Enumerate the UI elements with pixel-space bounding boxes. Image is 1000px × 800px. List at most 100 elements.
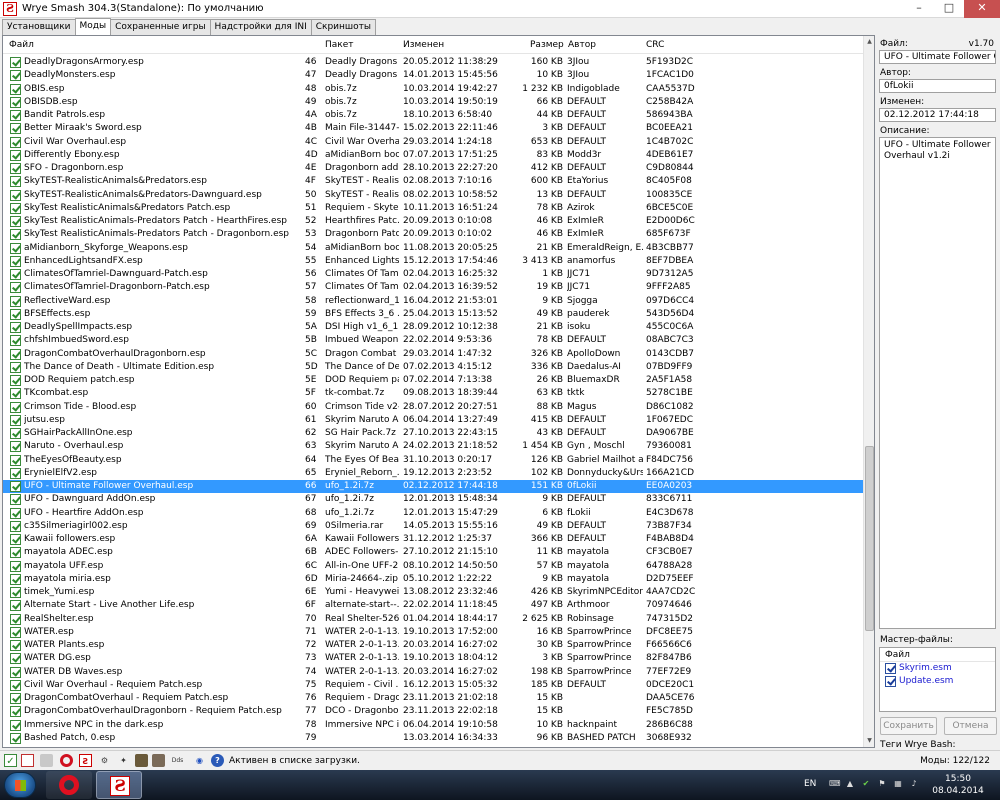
checkbox-checked-icon[interactable]: [10, 441, 21, 453]
table-row[interactable]: UFO - Heartfire AddOn.esp 68 ufo_1.2i.7z 12…: [3, 507, 864, 520]
checkbox-checked-icon[interactable]: [10, 401, 21, 413]
table-row[interactable]: SkyTest RealisticAnimals&Predators Patch…: [3, 202, 864, 215]
vertical-scrollbar[interactable]: ▲ ▼: [863, 36, 874, 747]
column-header-author[interactable]: Автор: [568, 40, 596, 50]
table-row[interactable]: WATER DB Waves.esp 74 WATER 2-0-1-13... 20.…: [3, 666, 864, 679]
table-row[interactable]: Civil War Overhaul - Requiem Patch.esp 75…: [3, 679, 864, 692]
checkbox-checked-icon[interactable]: [10, 322, 21, 333]
save-button[interactable]: Сохранить: [880, 717, 937, 735]
clock[interactable]: 15:50 08.04.2014: [928, 773, 988, 797]
modified-field[interactable]: 02.12.2012 17:44:18: [879, 108, 996, 122]
tool-launcher-icon[interactable]: [40, 754, 53, 767]
table-row[interactable]: RealShelter.esp 70 Real Shelter-526... 01.0…: [3, 613, 864, 626]
tab-installers[interactable]: Установщики: [2, 19, 76, 35]
checkbox-checked-icon[interactable]: [10, 679, 21, 691]
checkbox-checked-icon[interactable]: [10, 613, 21, 625]
network-icon[interactable]: ▦: [893, 779, 903, 789]
table-row[interactable]: OBIS.esp 48 obis.7z 10.03.2014 19:42:27 1 23…: [3, 83, 864, 96]
tab-saves[interactable]: Сохраненные игры: [110, 19, 211, 35]
table-row[interactable]: Bandit Patrols.esp 4A obis.7z 18.10.2013 6:…: [3, 109, 864, 122]
checkbox-checked-icon[interactable]: [10, 732, 21, 744]
volume-icon[interactable]: ♪: [909, 779, 919, 789]
nifskope-icon[interactable]: ✦: [117, 754, 130, 767]
table-row[interactable]: mayatola UFF.esp 6C All-in-One UFF-2... 08.…: [3, 560, 864, 573]
checkbox-checked-icon[interactable]: [10, 96, 21, 108]
checkbox-checked-icon[interactable]: [885, 663, 896, 674]
checkbox-checked-icon[interactable]: [10, 520, 21, 532]
checkbox-checked-icon[interactable]: [10, 123, 21, 135]
column-header-size[interactable]: Размер: [530, 40, 564, 50]
table-row[interactable]: Civil War Overhaul.esp 4C Civil War Overha…: [3, 136, 864, 149]
checkbox-checked-icon[interactable]: [10, 348, 21, 360]
table-row[interactable]: SkyTEST-RealisticAnimals&Predators.esp 4F…: [3, 175, 864, 188]
table-row[interactable]: Naruto - Overhaul.esp 63 Skyrim Naruto A..…: [3, 440, 864, 453]
table-row[interactable]: chfshImbuedSword.esp 5B Imbued Weapon... 22…: [3, 334, 864, 347]
column-header-crc[interactable]: CRC: [646, 40, 664, 50]
checkbox-checked-icon[interactable]: [10, 640, 21, 651]
checkbox-checked-icon[interactable]: [10, 719, 21, 731]
masters-column-header[interactable]: Файл: [880, 648, 995, 662]
maximize-button[interactable]: □: [934, 0, 964, 18]
file-name-field[interactable]: UFO - Ultimate Follower Overhaul.esp: [879, 50, 996, 64]
table-row[interactable]: SkyTEST-RealisticAnimals&Predators-Dawng…: [3, 189, 864, 202]
author-field[interactable]: 0fLokii: [879, 79, 996, 93]
table-row[interactable]: timek_Yumi.esp 6E Yumi - Heavywei... 13.08.…: [3, 586, 864, 599]
table-row[interactable]: DeadlyMonsters.esp 47 Deadly Dragons ... 14…: [3, 69, 864, 82]
checkbox-checked-icon[interactable]: [10, 269, 21, 280]
checkbox-checked-icon[interactable]: [10, 202, 21, 214]
column-header-modified[interactable]: Изменен: [403, 40, 444, 50]
flag-icon[interactable]: ⚑: [877, 779, 887, 789]
tab-screenshots[interactable]: Скриншоты: [310, 19, 377, 35]
table-row[interactable]: SkyTest RealisticAnimals-Predators Patch…: [3, 215, 864, 228]
table-row[interactable]: Alternate Start - Live Another Life.esp 6…: [3, 599, 864, 612]
tool-icon[interactable]: [152, 754, 165, 767]
table-row[interactable]: TheEyesOfBeauty.esp 64 The Eyes Of Bea... 3…: [3, 454, 864, 467]
checkbox-checked-icon[interactable]: [10, 308, 21, 320]
checkbox-checked-icon[interactable]: [10, 706, 21, 718]
table-row[interactable]: DeadlySpellImpacts.esp 5A DSI High v1_6_1.…: [3, 321, 864, 334]
checkbox-checked-icon[interactable]: [10, 110, 21, 121]
cancel-button[interactable]: Отмена: [944, 717, 997, 735]
table-row[interactable]: ErynielElfV2.esp 65 Eryniel_Reborn_... 19.1…: [3, 467, 864, 480]
table-row[interactable]: Crimson Tide - Blood.esp 60 Crimson Tide v…: [3, 401, 864, 414]
checkbox-checked-icon[interactable]: [10, 560, 21, 572]
table-row[interactable]: jutsu.esp 61 Skyrim Naruto A... 06.04.2014 …: [3, 414, 864, 427]
table-row[interactable]: SGHairPackAllInOne.esp 62 SG Hair Pack.7z 2…: [3, 427, 864, 440]
checkbox-checked-icon[interactable]: [10, 587, 21, 598]
table-row[interactable]: DragonCombatOverhaul - Requiem Patch.esp…: [3, 692, 864, 705]
checkbox-checked-icon[interactable]: [10, 666, 21, 678]
checkbox-checked-icon[interactable]: [10, 176, 21, 188]
opera-icon[interactable]: [60, 754, 73, 767]
app-tray-icon[interactable]: ✔: [861, 779, 871, 789]
description-field[interactable]: UFO - Ultimate Follower Overhaul v1.2i: [879, 137, 996, 629]
table-row[interactable]: DOD Requiem patch.esp 5E DOD Requiem pa...…: [3, 374, 864, 387]
checkbox-checked-icon[interactable]: [10, 83, 21, 95]
close-button[interactable]: ✕: [964, 0, 1000, 18]
table-row[interactable]: ReflectiveWard.esp 58 reflectionward_1... 1…: [3, 295, 864, 308]
checkbox-checked-icon[interactable]: [10, 481, 21, 492]
checkbox-checked-icon[interactable]: [10, 149, 21, 161]
checkbox-checked-icon[interactable]: [10, 361, 21, 373]
table-row[interactable]: DragonCombatOverhaulDragonborn.esp 5C Drag…: [3, 348, 864, 361]
checkbox-checked-icon[interactable]: [10, 600, 21, 612]
mods-list[interactable]: Файл Пакет Изменен Размер Автор CRC Dead…: [2, 35, 875, 748]
checkbox-checked-icon[interactable]: [10, 693, 21, 704]
checkbox-checked-icon[interactable]: [10, 454, 21, 466]
minimize-button[interactable]: –: [904, 0, 934, 18]
table-row[interactable]: DeadlyDragonsArmory.esp 46 Deadly Dragons …: [3, 56, 864, 69]
checkbox-checked-icon[interactable]: [10, 70, 21, 82]
scroll-up-arrow-icon[interactable]: ▲: [865, 37, 874, 47]
table-row[interactable]: Kawaii followers.esp 6A Kawaii Followers .…: [3, 533, 864, 546]
tes5edit-icon[interactable]: ⚙: [98, 754, 111, 767]
table-row[interactable]: aMidianborn_Skyforge_Weapons.esp 54 aMidia…: [3, 242, 864, 255]
scroll-down-arrow-icon[interactable]: ▼: [865, 736, 874, 746]
help-icon[interactable]: ?: [211, 754, 224, 767]
checkbox-checked-icon[interactable]: [10, 375, 21, 386]
table-row[interactable]: WATER DG.esp 73 WATER 2-0-1-13... 19.10.201…: [3, 652, 864, 665]
checkbox-checked-icon[interactable]: [10, 295, 21, 307]
checkbox-checked-icon[interactable]: [10, 388, 21, 400]
table-row[interactable]: ClimatesOfTamriel-Dragonborn-Patch.esp 57…: [3, 281, 864, 294]
checkbox-checked-icon[interactable]: ✓: [4, 754, 17, 767]
table-row[interactable]: SkyTest RealisticAnimals-Predators Patch…: [3, 228, 864, 241]
checkbox-checked-icon[interactable]: [10, 626, 21, 638]
